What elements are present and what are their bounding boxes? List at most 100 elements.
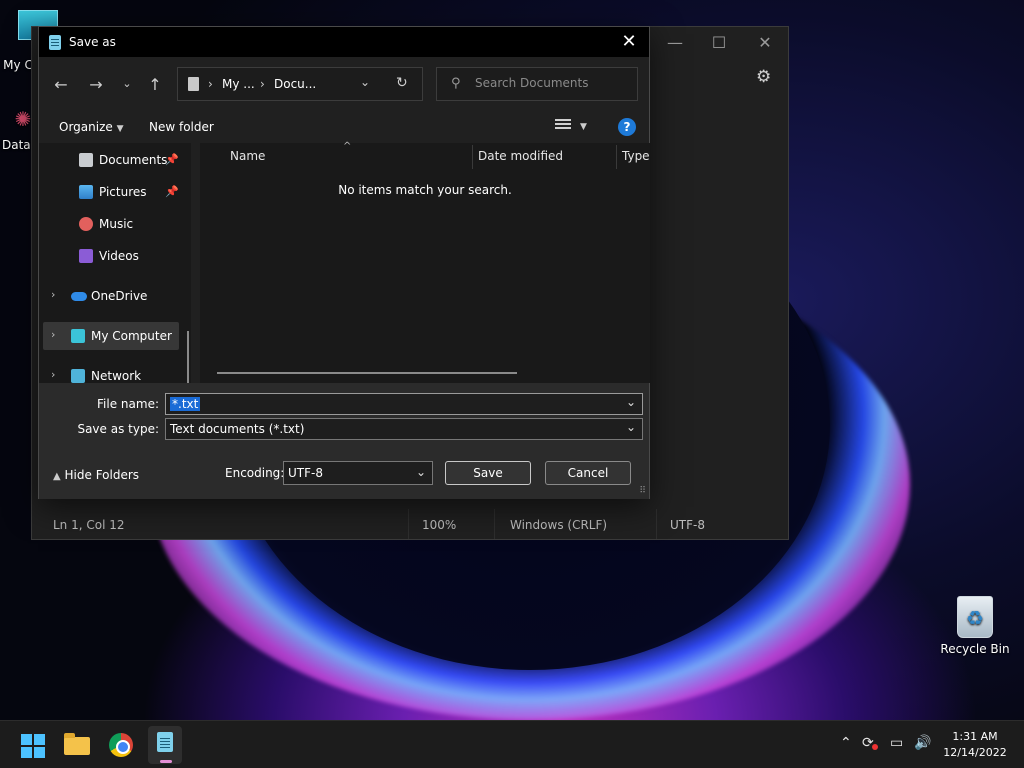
encoding-select[interactable]: UTF-8 ⌄ [283, 461, 433, 485]
column-header-type[interactable]: Type [622, 149, 650, 163]
gear-icon[interactable]: ⚙ [756, 67, 771, 87]
recent-locations-chevron-icon[interactable]: ⌄ [115, 77, 139, 90]
cancel-button[interactable]: Cancel [545, 461, 631, 485]
file-name-label: File name: [97, 397, 159, 411]
nav-item-label: Documents [99, 153, 168, 167]
help-icon[interactable]: ? [618, 118, 636, 136]
clock-date: 12/14/2022 [943, 746, 1007, 759]
desktop-icon-recycle-bin[interactable]: Recycle Bin [938, 596, 1012, 656]
divider [408, 509, 409, 539]
sort-ascending-icon: ^ [343, 141, 352, 152]
address-dropdown-icon[interactable]: ⌄ [360, 75, 370, 89]
save-as-type-value: Text documents (*.txt) [170, 422, 305, 436]
breadcrumb-my-computer[interactable]: My ... [222, 77, 255, 91]
cloud-icon [71, 292, 87, 301]
breadcrumb-separator-icon: › [260, 77, 265, 91]
expand-chevron-icon[interactable]: › [51, 328, 55, 341]
nav-item-documents[interactable]: Documents 📌 [39, 146, 187, 174]
nav-item-my-computer[interactable]: › My Computer [43, 322, 179, 350]
encoding-label: Encoding: [225, 466, 285, 480]
horizontal-scrollbar[interactable] [217, 372, 517, 374]
show-hidden-icons-chevron-icon[interactable]: ⌃ [840, 735, 852, 751]
close-icon[interactable]: ✕ [742, 33, 788, 52]
status-position: Ln 1, Col 12 [53, 518, 125, 532]
music-icon [79, 217, 93, 231]
column-header-name[interactable]: Name [230, 149, 265, 163]
dialog-title: Save as [69, 35, 116, 49]
column-divider[interactable] [472, 145, 473, 169]
hide-folders-button[interactable]: ▲ Hide Folders [53, 468, 139, 482]
dialog-close-button[interactable]: ✕ [617, 31, 641, 52]
volume-icon[interactable]: 🔊 [914, 735, 931, 751]
file-name-field[interactable]: *.txt ⌄ [165, 393, 643, 415]
chrome-icon[interactable] [104, 729, 138, 761]
computer-icon [71, 329, 85, 343]
column-divider[interactable] [616, 145, 617, 169]
documents-icon [79, 153, 93, 167]
nav-item-network[interactable]: › Network [39, 362, 187, 383]
clock-time: 1:31 AM [952, 730, 998, 743]
nav-item-onedrive[interactable]: › OneDrive [39, 282, 187, 310]
up-arrow-icon[interactable]: ↑ [143, 75, 167, 94]
resize-grip-icon[interactable]: ⠿ [639, 486, 646, 496]
notepad-icon [49, 35, 61, 50]
file-explorer-icon[interactable] [60, 729, 94, 761]
empty-state-message: No items match your search. [338, 183, 512, 197]
desktop-icon-label: Recycle Bin [940, 642, 1010, 656]
breadcrumb-documents[interactable]: Docu... [274, 77, 316, 91]
nav-item-videos[interactable]: Videos [39, 242, 187, 270]
column-header-date-modified[interactable]: Date modified [478, 149, 563, 163]
nav-item-music[interactable]: Music [39, 210, 187, 238]
dialog-titlebar: Save as ✕ [39, 27, 649, 57]
expand-chevron-icon[interactable]: › [51, 288, 55, 301]
taskbar: ⌃ ⟳ ▭ 🔊 1:31 AM 12/14/2022 [0, 720, 1024, 768]
status-encoding: UTF-8 [670, 518, 705, 532]
maximize-icon[interactable]: ☐ [696, 33, 742, 52]
notepad-taskbar-icon[interactable] [148, 726, 182, 764]
chevron-down-icon[interactable]: ⌄ [626, 395, 636, 409]
nav-item-label: Network [91, 369, 142, 383]
pin-icon: 📌 [165, 153, 179, 166]
document-icon [188, 77, 199, 91]
file-list-pane: ^ Name Date modified Type No items match… [200, 141, 650, 383]
nav-item-pictures[interactable]: Pictures 📌 [39, 178, 187, 206]
save-as-type-label: Save as type: [77, 422, 159, 436]
encoding-value: UTF-8 [288, 466, 323, 480]
command-bar: Organize ▼ New folder ▼ ? [39, 113, 649, 143]
nav-scrollbar[interactable] [187, 331, 189, 383]
clock[interactable]: 1:31 AM 12/14/2022 [930, 729, 1020, 761]
expand-chevron-icon[interactable]: › [51, 368, 55, 381]
start-button[interactable] [16, 729, 50, 761]
refresh-icon[interactable]: ↻ [396, 75, 408, 91]
pictures-icon [79, 185, 93, 199]
divider [656, 509, 657, 539]
breadcrumb-separator-icon: › [208, 77, 213, 91]
sync-icon[interactable]: ⟳ [862, 735, 878, 751]
pin-icon: 📌 [165, 185, 179, 198]
network-icon[interactable]: ▭ [890, 735, 903, 751]
save-button[interactable]: Save [445, 461, 531, 485]
videos-icon [79, 249, 93, 263]
navigation-pane: Documents 📌 Pictures 📌 Music Videos › On… [39, 143, 191, 383]
forward-arrow-icon[interactable]: → [84, 75, 108, 94]
status-line-ending: Windows (CRLF) [510, 518, 608, 532]
hide-folders-label: Hide Folders [64, 468, 140, 482]
save-as-type-select[interactable]: Text documents (*.txt) ⌄ [165, 418, 643, 440]
new-folder-button[interactable]: New folder [149, 120, 214, 134]
address-bar[interactable]: › My ... › Docu... ⌄ ↻ [177, 67, 423, 101]
organize-button[interactable]: Organize ▼ [59, 120, 124, 134]
notepad-status-bar: Ln 1, Col 12 100% Windows (CRLF) UTF-8 [32, 509, 788, 539]
file-name-value: *.txt [170, 397, 201, 411]
chevron-up-icon: ▲ [53, 471, 61, 482]
view-options-icon[interactable] [555, 119, 571, 133]
minimize-icon[interactable]: — [652, 33, 698, 52]
view-dropdown-icon[interactable]: ▼ [580, 122, 587, 132]
search-input[interactable] [475, 76, 625, 90]
organize-label: Organize [59, 120, 113, 134]
back-arrow-icon[interactable]: ← [49, 75, 73, 94]
search-box[interactable]: ⚲ [436, 67, 638, 101]
chevron-down-icon: ⌄ [415, 465, 426, 479]
nav-item-label: My Computer [91, 329, 172, 343]
network-icon [71, 369, 85, 383]
save-options-panel: File name: *.txt ⌄ Save as type: Text do… [39, 383, 649, 499]
